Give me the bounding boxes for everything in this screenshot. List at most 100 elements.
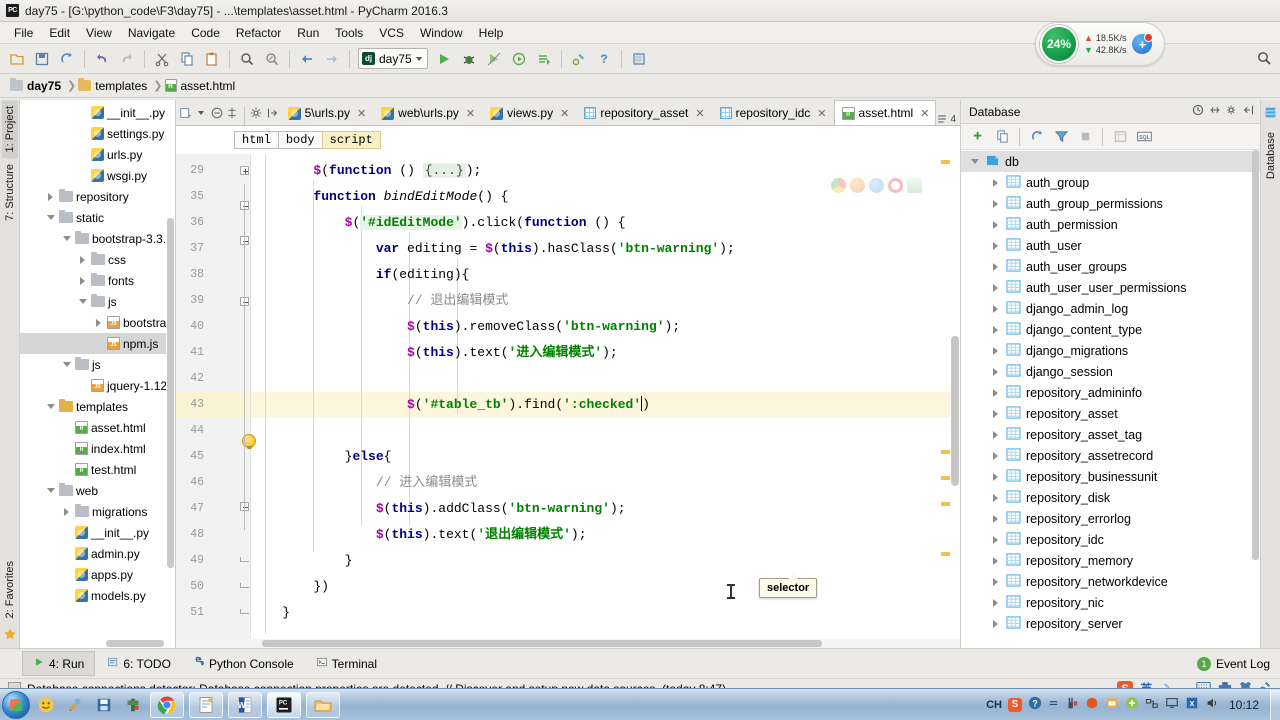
firefox-preview-icon[interactable] bbox=[850, 178, 865, 193]
tree-toggle[interactable] bbox=[990, 576, 1001, 587]
editor-gutter[interactable]: 29 35 36 37 38 39 40 41 42 43 44 45 46 47 48 49 50 51 bbox=[176, 154, 256, 648]
tray-excel-icon[interactable]: X bbox=[1185, 696, 1199, 713]
fold-region-end-icon[interactable] bbox=[240, 609, 249, 614]
search-everywhere-icon[interactable] bbox=[1256, 50, 1272, 69]
tray-volume-icon[interactable] bbox=[1205, 696, 1219, 713]
tree-toggle[interactable] bbox=[990, 618, 1001, 629]
tree-item[interactable]: urls.py bbox=[20, 144, 175, 165]
database-vertical-scrollbar[interactable] bbox=[1251, 150, 1260, 648]
project-horizontal-scrollbar[interactable] bbox=[20, 639, 175, 648]
tree-toggle[interactable] bbox=[61, 548, 72, 559]
tree-toggle[interactable] bbox=[61, 464, 72, 475]
database-table-row[interactable]: django_migrations bbox=[961, 340, 1260, 361]
breadcrumb-item-file[interactable]: asset.html bbox=[163, 79, 242, 93]
tree-item[interactable]: jquery-1.12.4 bbox=[20, 375, 175, 396]
undo-icon[interactable] bbox=[90, 47, 114, 71]
tree-toggle[interactable] bbox=[990, 261, 1001, 272]
close-icon[interactable]: ✕ bbox=[695, 107, 704, 120]
fold-expand-icon[interactable] bbox=[240, 166, 249, 175]
tree-toggle[interactable] bbox=[61, 233, 72, 244]
tab-overflow[interactable]: 4 bbox=[936, 113, 960, 125]
synchronize-icon[interactable] bbox=[1026, 126, 1048, 148]
editor-tab[interactable]: repository_idc ✕ bbox=[712, 100, 834, 125]
tree-toggle[interactable] bbox=[990, 408, 1001, 419]
breadcrumb-chip-body[interactable]: body bbox=[277, 131, 323, 149]
tree-item[interactable]: migrations bbox=[20, 501, 175, 522]
tree-item[interactable]: settings.py bbox=[20, 123, 175, 144]
taskbar-pycharm[interactable]: PC bbox=[267, 691, 301, 718]
code-editor[interactable]: 29 35 36 37 38 39 40 41 42 43 44 45 46 47 48 49 50 51 bbox=[176, 154, 960, 648]
tree-toggle[interactable] bbox=[990, 366, 1001, 377]
tray-expand-icon[interactable] bbox=[1048, 698, 1059, 712]
tab-dropdown-icon[interactable] bbox=[193, 101, 208, 125]
tree-item[interactable]: fonts bbox=[20, 270, 175, 291]
tree-toggle[interactable] bbox=[990, 555, 1001, 566]
tree-toggle[interactable] bbox=[45, 401, 56, 412]
tree-toggle[interactable] bbox=[77, 170, 88, 181]
quick-launch-security-icon[interactable] bbox=[120, 692, 146, 718]
menu-code[interactable]: Code bbox=[183, 24, 228, 42]
fold-region-end-icon[interactable] bbox=[240, 557, 249, 562]
close-icon[interactable]: ✕ bbox=[920, 107, 929, 120]
tree-toggle[interactable] bbox=[990, 177, 1001, 188]
tree-item[interactable]: js bbox=[20, 291, 175, 312]
select-opened-file-icon[interactable] bbox=[178, 101, 193, 125]
copy-icon[interactable] bbox=[175, 47, 199, 71]
tree-toggle[interactable] bbox=[77, 107, 88, 118]
tray-tools-icon[interactable] bbox=[1065, 696, 1079, 713]
tab-settings-icon[interactable] bbox=[249, 101, 264, 125]
menu-refactor[interactable]: Refactor bbox=[228, 24, 289, 42]
tree-item[interactable]: models.py bbox=[20, 585, 175, 606]
tree-toggle[interactable] bbox=[45, 212, 56, 223]
tree-toggle[interactable] bbox=[45, 191, 56, 202]
tree-toggle[interactable] bbox=[990, 345, 1001, 356]
tree-toggle[interactable] bbox=[77, 254, 88, 265]
database-table-row[interactable]: repository_asset bbox=[961, 403, 1260, 424]
code-content[interactable]: selector $(function () {...}); function … bbox=[251, 154, 960, 648]
tray-sogou-icon[interactable]: S bbox=[1007, 697, 1022, 712]
browser-preview-icons[interactable] bbox=[827, 176, 926, 195]
tree-toggle[interactable] bbox=[61, 443, 72, 454]
event-log-button[interactable]: 1 Event Log bbox=[1196, 656, 1280, 671]
tree-toggle[interactable] bbox=[77, 296, 88, 307]
tray-recorder-icon[interactable] bbox=[1085, 696, 1099, 713]
menu-help[interactable]: Help bbox=[471, 24, 512, 42]
chrome-preview-icon[interactable] bbox=[831, 178, 846, 193]
database-table-row[interactable]: repository_asset_tag bbox=[961, 424, 1260, 445]
taskbar-word[interactable]: W bbox=[228, 691, 262, 718]
tray-help-icon[interactable]: ? bbox=[1028, 696, 1042, 713]
run-coverage-icon[interactable] bbox=[482, 47, 506, 71]
taskbar-clock[interactable]: 10:12 bbox=[1225, 698, 1263, 712]
database-table-row[interactable]: auth_user_user_permissions bbox=[961, 277, 1260, 298]
bottom-tab-terminal[interactable]: Terminal bbox=[306, 652, 387, 675]
tree-toggle[interactable] bbox=[77, 149, 88, 160]
close-icon[interactable]: ✕ bbox=[357, 107, 366, 120]
tree-toggle[interactable] bbox=[61, 527, 72, 538]
database-table-row[interactable]: repository_idc bbox=[961, 529, 1260, 550]
database-table-row[interactable]: repository_businessunit bbox=[961, 466, 1260, 487]
close-icon[interactable]: ✕ bbox=[466, 107, 475, 120]
database-table-row[interactable]: auth_permission bbox=[961, 214, 1260, 235]
database-table-row[interactable]: django_admin_log bbox=[961, 298, 1260, 319]
quick-launch-paint-icon[interactable] bbox=[62, 692, 88, 718]
tray-network-icon[interactable] bbox=[1145, 696, 1159, 713]
breadcrumb-item-templates[interactable]: templates bbox=[76, 78, 153, 93]
start-button[interactable] bbox=[2, 690, 30, 719]
database-table-row[interactable]: repository_errorlog bbox=[961, 508, 1260, 529]
menu-run[interactable]: Run bbox=[289, 24, 327, 42]
project-vertical-scrollbar[interactable] bbox=[166, 100, 175, 648]
taskbar-explorer[interactable] bbox=[306, 691, 340, 718]
tree-toggle[interactable] bbox=[61, 422, 72, 433]
tool-tab-database[interactable]: Database bbox=[1263, 126, 1279, 185]
menu-vcs[interactable]: VCS bbox=[371, 24, 412, 42]
database-table-row[interactable]: repository_assetrecord bbox=[961, 445, 1260, 466]
bottom-tab-python-console[interactable]: Python Console bbox=[183, 652, 304, 675]
hide-panel-icon[interactable] bbox=[264, 101, 279, 125]
close-icon[interactable]: ✕ bbox=[560, 107, 569, 120]
sql-console-icon[interactable]: SQL bbox=[1133, 126, 1155, 148]
tree-item[interactable]: wsgi.py bbox=[20, 165, 175, 186]
database-table-row[interactable]: auth_group bbox=[961, 172, 1260, 193]
editor-tab[interactable]: repository_asset ✕ bbox=[576, 100, 711, 125]
tree-item[interactable]: npm.js bbox=[20, 333, 175, 354]
tree-toggle[interactable] bbox=[93, 317, 104, 328]
